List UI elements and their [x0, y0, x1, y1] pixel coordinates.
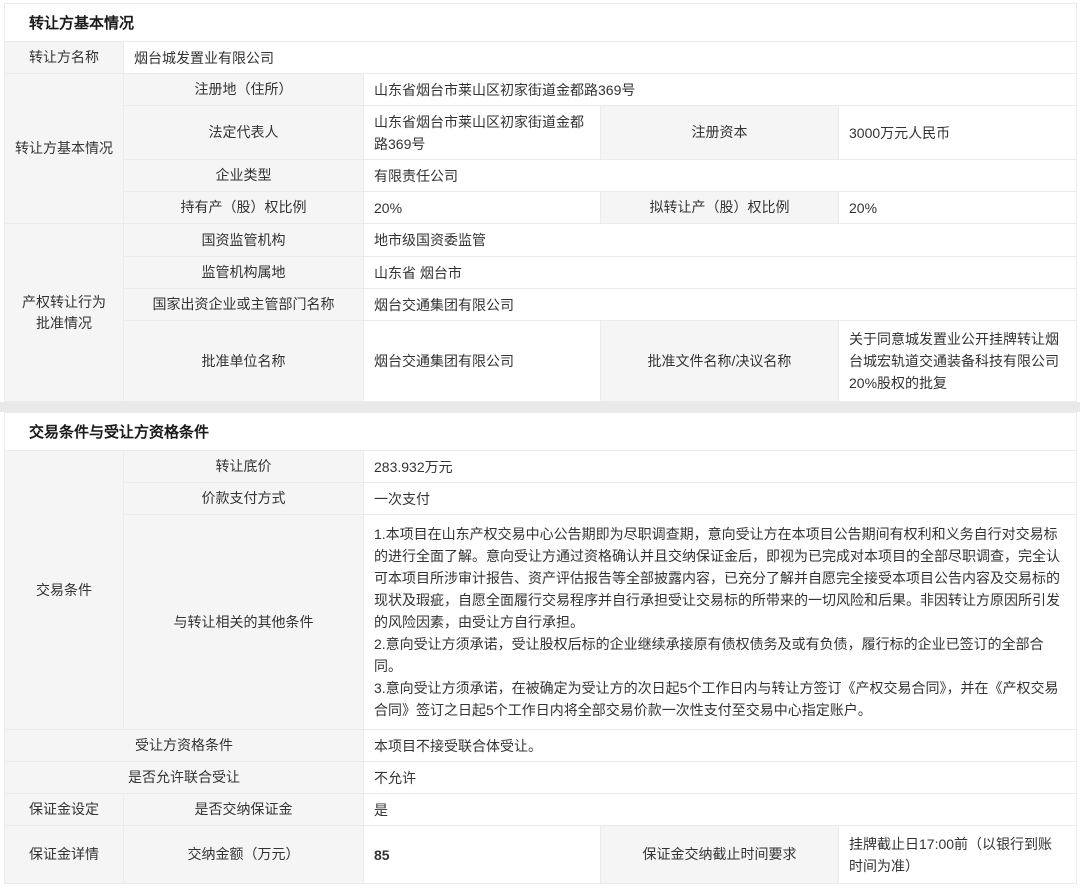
field-value-deposit-deadline: 挂牌截止日17:00前（以银行到账时间为准） — [839, 826, 1077, 884]
field-label-legal-representative: 法定代表人 — [124, 106, 364, 160]
field-value-transfer-equity-ratio: 20% — [839, 192, 1077, 224]
field-value-approval-document: 关于同意城发置业公开挂牌转让烟台城宏轨道交通装备科技有限公司20%股权的批复 — [839, 321, 1077, 402]
field-value-authority-region: 山东省 烟台市 — [364, 257, 1077, 289]
field-value-deposit-amount: 85 — [364, 826, 601, 884]
field-label-enterprise-type: 企业类型 — [124, 160, 364, 192]
field-label-state-investor-name: 国家出资企业或主管部门名称 — [124, 289, 364, 321]
group-label-deposit-detail: 保证金详情 — [5, 826, 124, 884]
field-value-deposit-required: 是 — [364, 794, 1077, 826]
field-label-deposit-deadline: 保证金交纳截止时间要求 — [601, 826, 839, 884]
transferor-basic-info-table: 转让方基本情况 转让方名称 烟台城发置业有限公司 转让方基本情况 注册地（住所）… — [4, 3, 1077, 402]
field-label-held-equity-ratio: 持有产（股）权比例 — [124, 192, 364, 224]
field-label-transfer-equity-ratio: 拟转让产（股）权比例 — [601, 192, 839, 224]
field-label-authority-region: 监管机构属地 — [124, 257, 364, 289]
field-value-transferor-name: 烟台城发置业有限公司 — [124, 42, 1077, 74]
field-label-deposit-required: 是否交纳保证金 — [124, 794, 364, 826]
other-conditions-paragraph: 2.意向受让方须承诺，受让股权后标的企业继续承接原有债权债务及或有负债，履行标的… — [374, 633, 1064, 677]
field-label-registered-address: 注册地（住所） — [124, 74, 364, 106]
group-label-trade-conditions: 交易条件 — [5, 451, 124, 730]
field-label-joint-transfer-allowed: 是否允许联合受让 — [5, 762, 364, 794]
field-value-joint-transfer-allowed: 不允许 — [364, 762, 1077, 794]
field-label-deposit-amount: 交纳金额（万元） — [124, 826, 364, 884]
other-conditions-paragraph: 3.意向受让方须承诺，在被确定为受让方的次日起5个工作日内与转让方签订《产权交易… — [374, 677, 1064, 721]
field-value-state-investor-name: 烟台交通集团有限公司 — [364, 289, 1077, 321]
section-title-transferor: 转让方基本情况 — [5, 4, 1077, 42]
field-label-payment-method: 价款支付方式 — [124, 483, 364, 515]
field-value-floor-price: 283.932万元 — [364, 451, 1077, 483]
section-title-conditions: 交易条件与受让方资格条件 — [5, 413, 1077, 451]
field-value-approval-unit: 烟台交通集团有限公司 — [364, 321, 601, 402]
group-label-approval-status: 产权转让行为 批准情况 — [5, 224, 124, 402]
group-label-deposit-setting: 保证金设定 — [5, 794, 124, 826]
field-value-sasac-authority: 地市级国资委监管 — [364, 224, 1077, 257]
section-divider — [0, 402, 1080, 412]
field-value-payment-method: 一次支付 — [364, 483, 1077, 515]
field-label-floor-price: 转让底价 — [124, 451, 364, 483]
field-label-transferor-name: 转让方名称 — [5, 42, 124, 74]
field-value-held-equity-ratio: 20% — [364, 192, 601, 224]
field-value-enterprise-type: 有限责任公司 — [364, 160, 1077, 192]
group-label-transferor-basic: 转让方基本情况 — [5, 74, 124, 224]
other-conditions-paragraph: 1.本项目在山东产权交易中心公告期即为尽职调查期，意向受让方在本项目公告期间有权… — [374, 523, 1064, 633]
field-value-registered-address: 山东省烟台市莱山区初家街道金都路369号 — [364, 74, 1077, 106]
field-value-other-conditions: 1.本项目在山东产权交易中心公告期即为尽职调查期，意向受让方在本项目公告期间有权… — [364, 515, 1077, 730]
field-label-registered-capital: 注册资本 — [601, 106, 839, 160]
field-label-sasac-authority: 国资监管机构 — [124, 224, 364, 257]
field-value-legal-representative: 山东省烟台市莱山区初家街道金都路369号 — [364, 106, 601, 160]
transaction-conditions-table: 交易条件与受让方资格条件 交易条件 转让底价 283.932万元 价款支付方式 … — [4, 412, 1077, 884]
field-label-approval-unit: 批准单位名称 — [124, 321, 364, 402]
field-label-transferee-qualification: 受让方资格条件 — [5, 730, 364, 762]
field-value-registered-capital: 3000万元人民币 — [839, 106, 1077, 160]
field-value-transferee-qualification: 本项目不接受联合体受让。 — [364, 730, 1077, 762]
field-label-other-conditions: 与转让相关的其他条件 — [124, 515, 364, 730]
field-label-approval-document: 批准文件名称/决议名称 — [601, 321, 839, 402]
